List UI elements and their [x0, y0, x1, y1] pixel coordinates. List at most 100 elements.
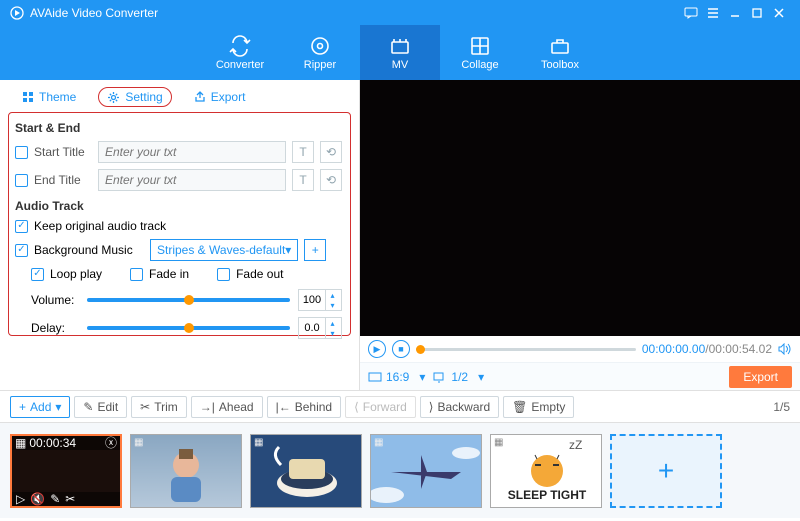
backward-button[interactable]: ⟩Backward — [420, 396, 499, 418]
panel-tabs: Theme Setting Export — [8, 84, 351, 110]
screens-select[interactable]: 1/2▾ — [433, 370, 484, 384]
thumb-duration: 00:00:34 — [29, 436, 76, 450]
minimize-icon[interactable] — [724, 2, 746, 24]
volume-icon[interactable] — [778, 343, 792, 355]
fadein-label: Fade in — [149, 267, 189, 281]
down-icon[interactable]: ▾ — [326, 300, 339, 310]
section-audio: Audio Track — [15, 199, 342, 213]
empty-button[interactable]: 🗑Empty — [503, 396, 574, 418]
volume-label: Volume: — [31, 293, 79, 307]
up-icon[interactable]: ▴ — [326, 290, 339, 300]
trim-button[interactable]: ✂Trim — [131, 396, 187, 418]
section-start-end: Start & End — [15, 121, 342, 135]
volume-spin[interactable]: ▴▾ — [298, 289, 342, 311]
aspect-select[interactable]: 16:9▾ — [368, 370, 425, 384]
preview-options: 16:9▾ 1/2▾ Export — [360, 362, 800, 390]
settings-panel: Theme Setting Export Start & End Start T… — [0, 80, 360, 390]
thumbnail-2[interactable]: ▦ — [130, 434, 242, 508]
text-style-icon[interactable]: T — [292, 169, 314, 191]
tool-toolbox[interactable]: Toolbox — [520, 25, 600, 80]
start-title-checkbox[interactable] — [15, 146, 28, 159]
tool-converter[interactable]: Converter — [200, 25, 280, 80]
feedback-icon[interactable] — [680, 2, 702, 24]
video-preview[interactable] — [360, 80, 800, 336]
text-reset-icon[interactable]: ⟲ — [320, 141, 342, 163]
thumbnail-1[interactable]: ▦00:00:34 ⓧ ▷ 🔇 ✎ ✂ — [10, 434, 122, 508]
thumbnail-4[interactable]: ▦ — [370, 434, 482, 508]
menu-icon[interactable] — [702, 2, 724, 24]
play-icon[interactable]: ▷ — [16, 492, 25, 506]
backward-icon: ⟩ — [429, 400, 434, 414]
app-title: AVAide Video Converter — [30, 6, 158, 20]
maximize-icon[interactable] — [746, 2, 768, 24]
text-style-icon[interactable]: T — [292, 141, 314, 163]
behind-icon: |← — [276, 400, 291, 414]
end-title-input[interactable] — [98, 169, 286, 191]
clip-icon: ▦ — [15, 436, 26, 450]
ahead-button[interactable]: →|Ahead — [191, 396, 263, 418]
ahead-icon: →| — [200, 400, 215, 414]
thumbnail-5[interactable]: ▦ SLEEP TIGHTzZ — [490, 434, 602, 508]
fadeout-label: Fade out — [236, 267, 283, 281]
add-bgm-button[interactable]: + — [304, 239, 326, 261]
converter-icon — [229, 35, 251, 57]
end-title-label: End Title — [34, 173, 92, 187]
tool-mv[interactable]: MV — [360, 25, 440, 80]
keep-audio-checkbox[interactable] — [15, 220, 28, 233]
edit-icon[interactable]: ✎ — [50, 492, 60, 506]
toolbox-icon — [549, 35, 571, 57]
volume-slider[interactable] — [87, 298, 290, 302]
behind-button[interactable]: |←Behind — [267, 396, 342, 418]
thumbnail-strip: ▦00:00:34ⓧ ▷🔇✎✂ ▦ ▦ ▦ ▦ SLEEP TIGHTzZ + — [0, 422, 800, 518]
start-title-input[interactable] — [98, 141, 286, 163]
text-reset-icon[interactable]: ⟲ — [320, 169, 342, 191]
keep-audio-label: Keep original audio track — [34, 219, 166, 233]
delay-slider[interactable] — [87, 326, 290, 330]
bgm-value: Stripes & Waves-default — [157, 243, 285, 257]
end-title-checkbox[interactable] — [15, 174, 28, 187]
tool-label: Toolbox — [541, 59, 579, 71]
add-thumbnail-button[interactable]: + — [610, 434, 722, 508]
delay-value[interactable] — [299, 322, 325, 334]
scissors-icon: ✂ — [140, 400, 150, 414]
start-title-label: Start Title — [34, 145, 92, 159]
play-button[interactable]: ▶ — [368, 340, 386, 358]
tool-label: MV — [392, 59, 409, 71]
settings-content: Start & End Start Title T ⟲ End Title T … — [8, 112, 351, 336]
pager: 1/5 — [773, 400, 790, 414]
progress-bar[interactable] — [416, 348, 636, 351]
loop-checkbox[interactable] — [31, 268, 44, 281]
tool-ripper[interactable]: Ripper — [280, 25, 360, 80]
delay-spin[interactable]: ▴▾ — [298, 317, 342, 339]
bgm-checkbox[interactable] — [15, 244, 28, 257]
close-icon[interactable] — [768, 2, 790, 24]
edit-button[interactable]: ✎Edit — [74, 396, 127, 418]
thumbnail-3[interactable]: ▦ — [250, 434, 362, 508]
mute-icon[interactable]: 🔇 — [30, 492, 45, 506]
bgm-select[interactable]: Stripes & Waves-default ▾ — [150, 239, 298, 261]
forward-button[interactable]: ⟨Forward — [345, 396, 416, 418]
export-button[interactable]: Export — [729, 366, 792, 388]
tab-setting[interactable]: Setting — [98, 87, 171, 107]
mv-icon — [389, 35, 411, 57]
ripper-icon — [309, 35, 331, 57]
up-icon[interactable]: ▴ — [326, 318, 339, 328]
volume-value[interactable] — [299, 294, 325, 306]
app-logo-icon — [10, 6, 24, 20]
chevron-down-icon: ▾ — [55, 400, 61, 414]
tab-theme[interactable]: Theme — [14, 88, 84, 106]
tool-collage[interactable]: Collage — [440, 25, 520, 80]
chevron-down-icon: ▾ — [285, 243, 291, 257]
add-button[interactable]: +Add▾ — [10, 396, 70, 418]
main-toolbar: Converter Ripper MV Collage Toolbox — [0, 25, 800, 80]
remove-icon[interactable]: ⓧ — [105, 434, 117, 451]
tool-label: Collage — [461, 59, 498, 71]
tab-export[interactable]: Export — [186, 88, 254, 106]
cut-icon[interactable]: ✂ — [65, 492, 75, 506]
stop-button[interactable]: ■ — [392, 340, 410, 358]
svg-text:zZ: zZ — [569, 438, 582, 452]
fadein-checkbox[interactable] — [130, 268, 143, 281]
down-icon[interactable]: ▾ — [326, 328, 339, 338]
tab-label: Setting — [125, 90, 162, 104]
fadeout-checkbox[interactable] — [217, 268, 230, 281]
